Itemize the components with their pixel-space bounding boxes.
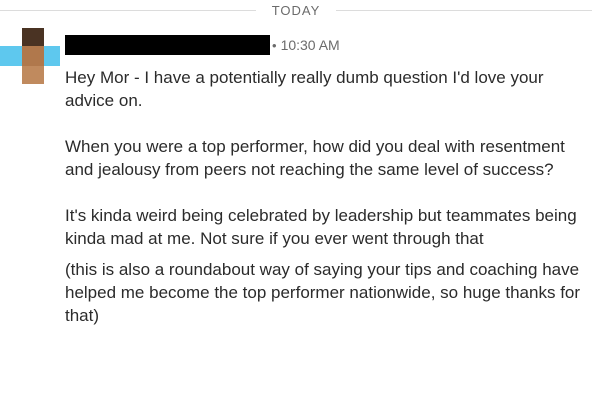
message-paragraph: Hey Mor - I have a potentially really du… xyxy=(65,68,544,110)
message-paragraph: (this is also a roundabout way of saying… xyxy=(65,260,581,325)
message-body: Hey Mor - I have a potentially really du… xyxy=(65,66,587,327)
message-paragraph: When you were a top performer, how did y… xyxy=(65,137,565,179)
date-divider: TODAY xyxy=(0,0,592,24)
divider-line-left xyxy=(0,10,256,11)
message-header: • 10:30 AM xyxy=(65,34,340,56)
avatar-pixel-bottom xyxy=(22,66,44,84)
sender-name-redacted[interactable] xyxy=(65,35,270,55)
sender-avatar[interactable] xyxy=(0,28,60,84)
divider-line-right xyxy=(336,10,592,11)
avatar-pixel-left xyxy=(0,46,22,66)
avatar-pixel-right xyxy=(44,46,60,66)
avatar-pixel-center xyxy=(22,46,44,66)
separator-dot: • xyxy=(272,37,277,53)
message-paragraph: It's kinda weird being celebrated by lea… xyxy=(65,206,577,248)
message-timestamp: 10:30 AM xyxy=(280,37,340,53)
avatar-pixel-top xyxy=(22,28,44,46)
date-divider-label: TODAY xyxy=(271,3,321,18)
